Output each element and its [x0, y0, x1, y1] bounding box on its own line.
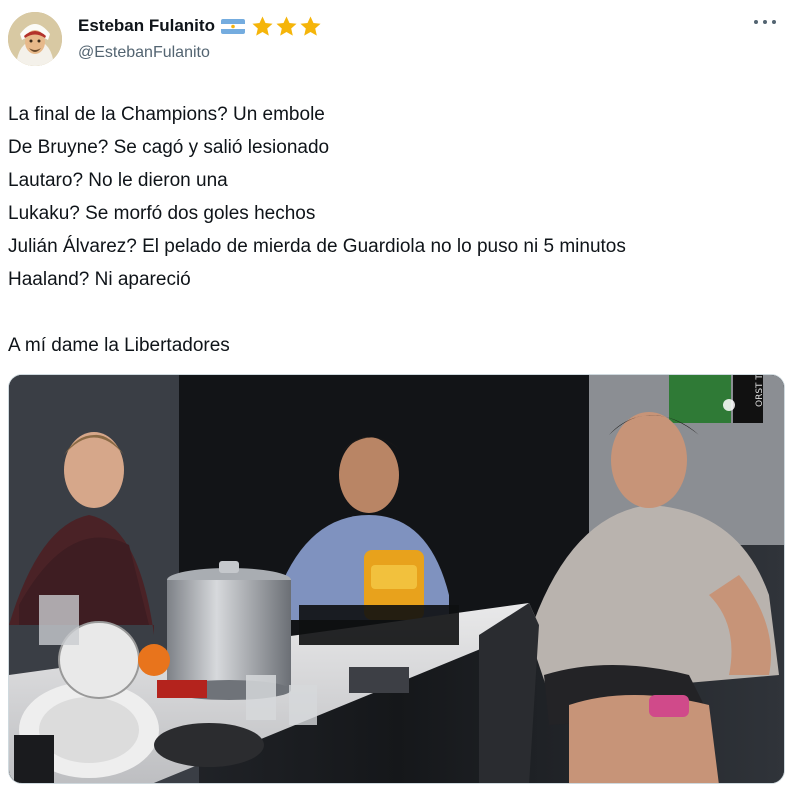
star-icon: [251, 15, 274, 38]
tweet-line: La final de la Champions? Un embole: [8, 104, 325, 125]
svg-text:ORST TV: ORST TV: [755, 375, 765, 407]
user-handle[interactable]: @EstebanFulanito: [78, 44, 210, 62]
tweet-line: Lautaro? No le dieron una: [8, 170, 228, 191]
avatar[interactable]: [8, 12, 62, 66]
tweet-text: La final de la Champions? Un embole De B…: [8, 98, 778, 362]
tweet-line: Julián Álvarez? El pelado de mierda de G…: [8, 236, 626, 257]
tweet-media[interactable]: ORST TV: [8, 374, 785, 784]
more-options-icon[interactable]: [754, 16, 776, 28]
tweet-line: De Bruyne? Se cagó y salió lesionado: [8, 137, 330, 158]
tweet-card[interactable]: Esteban Fulanito @EstebanFulanito La fin…: [0, 0, 790, 790]
star-icon: [275, 15, 298, 38]
argentina-flag-icon: [220, 18, 245, 34]
star-badges: [251, 15, 322, 38]
tweet-line: Haaland? Ni apareció: [8, 269, 191, 290]
star-icon: [299, 15, 322, 38]
tweet-closing-line: A mí dame la Libertadores: [8, 335, 230, 356]
video-still-image: ORST TV: [9, 375, 784, 783]
display-name[interactable]: Esteban Fulanito: [78, 16, 215, 36]
avatar-image: [8, 12, 62, 66]
tweet-line: Lukaku? Se morfó dos goles hechos: [8, 203, 316, 224]
author-name-row: Esteban Fulanito: [78, 14, 322, 38]
